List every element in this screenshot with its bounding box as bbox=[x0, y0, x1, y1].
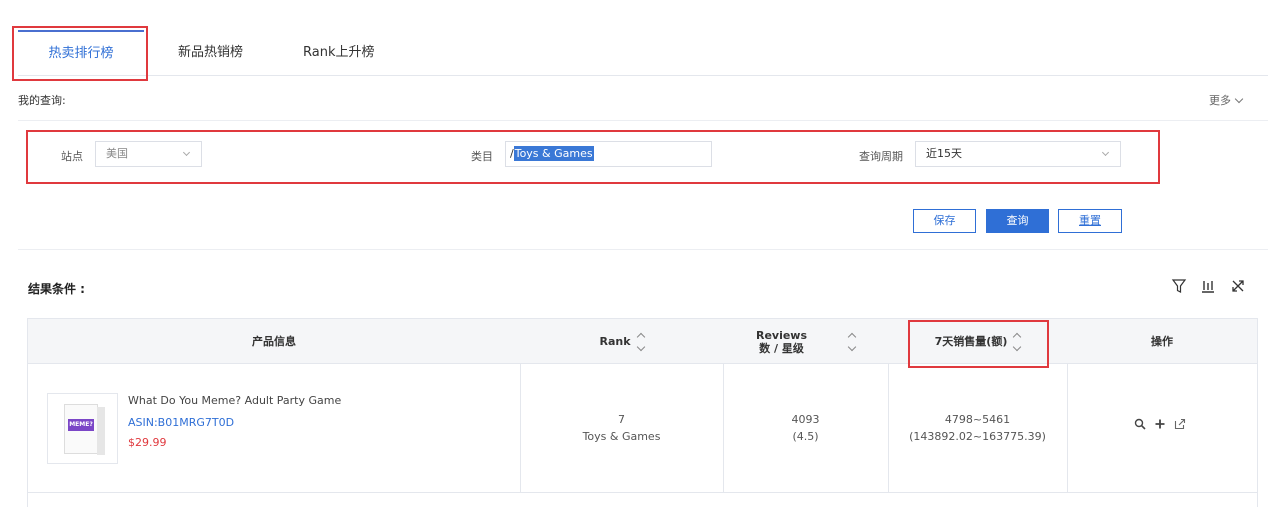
bar-chart-icon[interactable] bbox=[1200, 278, 1216, 294]
my-query-label: 我的查询: bbox=[18, 94, 66, 107]
header-product: 产品信息 bbox=[28, 319, 520, 364]
product-box-graphic: MEME? bbox=[64, 404, 105, 455]
filter-icon[interactable] bbox=[1171, 278, 1187, 294]
table-header: 产品信息 Rank Reviews 数 / 星级 7天销售量(额) 操作 bbox=[28, 318, 1257, 364]
product-image[interactable]: MEME? bbox=[47, 393, 118, 464]
product-title: What Do You Meme? Adult Party Game bbox=[128, 394, 342, 407]
add-icon[interactable] bbox=[1154, 418, 1166, 430]
save-button[interactable]: 保存 bbox=[913, 209, 976, 233]
tab-hot-sellers[interactable]: 热卖排行榜 bbox=[18, 30, 144, 76]
header-ops: 操作 bbox=[1067, 319, 1257, 364]
collapse-icon[interactable] bbox=[1230, 278, 1246, 294]
header-rank[interactable]: Rank bbox=[520, 319, 723, 364]
site-value: 美国 bbox=[106, 147, 128, 160]
reset-button-label: 重置 bbox=[1079, 214, 1101, 227]
rank-value: 7 bbox=[618, 413, 625, 426]
sales-units: 4798~5461 bbox=[944, 413, 1011, 426]
header-ops-label: 操作 bbox=[1151, 335, 1173, 348]
query-button-label: 查询 bbox=[1006, 214, 1029, 227]
row-actions bbox=[1134, 418, 1186, 430]
save-button-label: 保存 bbox=[933, 214, 956, 227]
query-button[interactable]: 查询 bbox=[986, 209, 1049, 233]
period-label: 查询周期 bbox=[859, 150, 903, 163]
divider bbox=[18, 249, 1268, 250]
category-label: 类目 bbox=[471, 150, 493, 163]
header-sales[interactable]: 7天销售量(额) bbox=[888, 319, 1067, 364]
sort-icon[interactable] bbox=[847, 332, 857, 351]
product-image-text: MEME? bbox=[68, 419, 94, 431]
divider bbox=[18, 120, 1268, 121]
header-rank-label: Rank bbox=[599, 335, 631, 348]
search-icon[interactable] bbox=[1134, 418, 1146, 430]
sort-icon[interactable] bbox=[636, 332, 645, 351]
header-reviews-text: Reviews 数 / 星级 bbox=[756, 329, 807, 355]
category-value: Toys & Games bbox=[513, 146, 594, 161]
rank-cell: 7 Toys & Games bbox=[520, 364, 723, 492]
header-reviews-line2: 数 / 星级 bbox=[759, 341, 804, 355]
site-select[interactable]: 美国 bbox=[95, 141, 202, 167]
site-label: 站点 bbox=[61, 150, 83, 163]
share-icon[interactable] bbox=[1174, 418, 1186, 430]
tab-new-hot-sellers[interactable]: 新品热销榜 bbox=[178, 30, 243, 76]
row-divider bbox=[28, 492, 1257, 493]
sales-amount: (143892.02~163775.39) bbox=[909, 430, 1046, 443]
reviews-cell: 4093 (4.5) bbox=[723, 364, 888, 492]
ranking-tabs: 热卖排行榜 新品热销榜 Rank上升榜 bbox=[18, 30, 1268, 76]
rank-category: Toys & Games bbox=[582, 430, 661, 443]
chevron-down-icon bbox=[182, 148, 191, 157]
product-price: $29.99 bbox=[128, 436, 167, 449]
chevron-down-icon bbox=[1101, 148, 1110, 157]
chevron-down-icon bbox=[1234, 94, 1244, 104]
category-input[interactable]: /Toys & Games bbox=[505, 141, 712, 167]
product-asin-link[interactable]: ASIN:B01MRG7T0D bbox=[128, 416, 234, 429]
reset-button[interactable]: 重置 bbox=[1058, 209, 1122, 233]
product-box-side bbox=[97, 407, 105, 455]
sales-cell: 4798~5461 (143892.02~163775.39) bbox=[888, 364, 1067, 492]
result-conditions-title: 结果条件 : bbox=[28, 282, 85, 296]
more-toggle[interactable]: 更多 bbox=[1209, 92, 1244, 108]
header-product-label: 产品信息 bbox=[252, 335, 296, 348]
page: 热卖排行榜 新品热销榜 Rank上升榜 我的查询: 更多 站点 美国 类目 /T… bbox=[0, 0, 1280, 507]
tab-rank-risers[interactable]: Rank上升榜 bbox=[303, 30, 374, 76]
column-divider bbox=[1067, 364, 1068, 492]
reviews-count: 4093 bbox=[791, 413, 820, 426]
results-table: 产品信息 Rank Reviews 数 / 星级 7天销售量(额) 操作 MEM… bbox=[27, 318, 1258, 507]
period-select[interactable]: 近15天 bbox=[915, 141, 1121, 167]
period-value: 近15天 bbox=[926, 147, 962, 160]
header-reviews-line1: Reviews bbox=[755, 328, 808, 342]
header-sales-label: 7天销售量(额) bbox=[934, 335, 1008, 348]
more-label: 更多 bbox=[1209, 94, 1231, 107]
header-reviews[interactable]: Reviews 数 / 星级 bbox=[723, 319, 888, 364]
reviews-stars: (4.5) bbox=[792, 430, 819, 443]
sort-icon[interactable] bbox=[1013, 332, 1022, 351]
